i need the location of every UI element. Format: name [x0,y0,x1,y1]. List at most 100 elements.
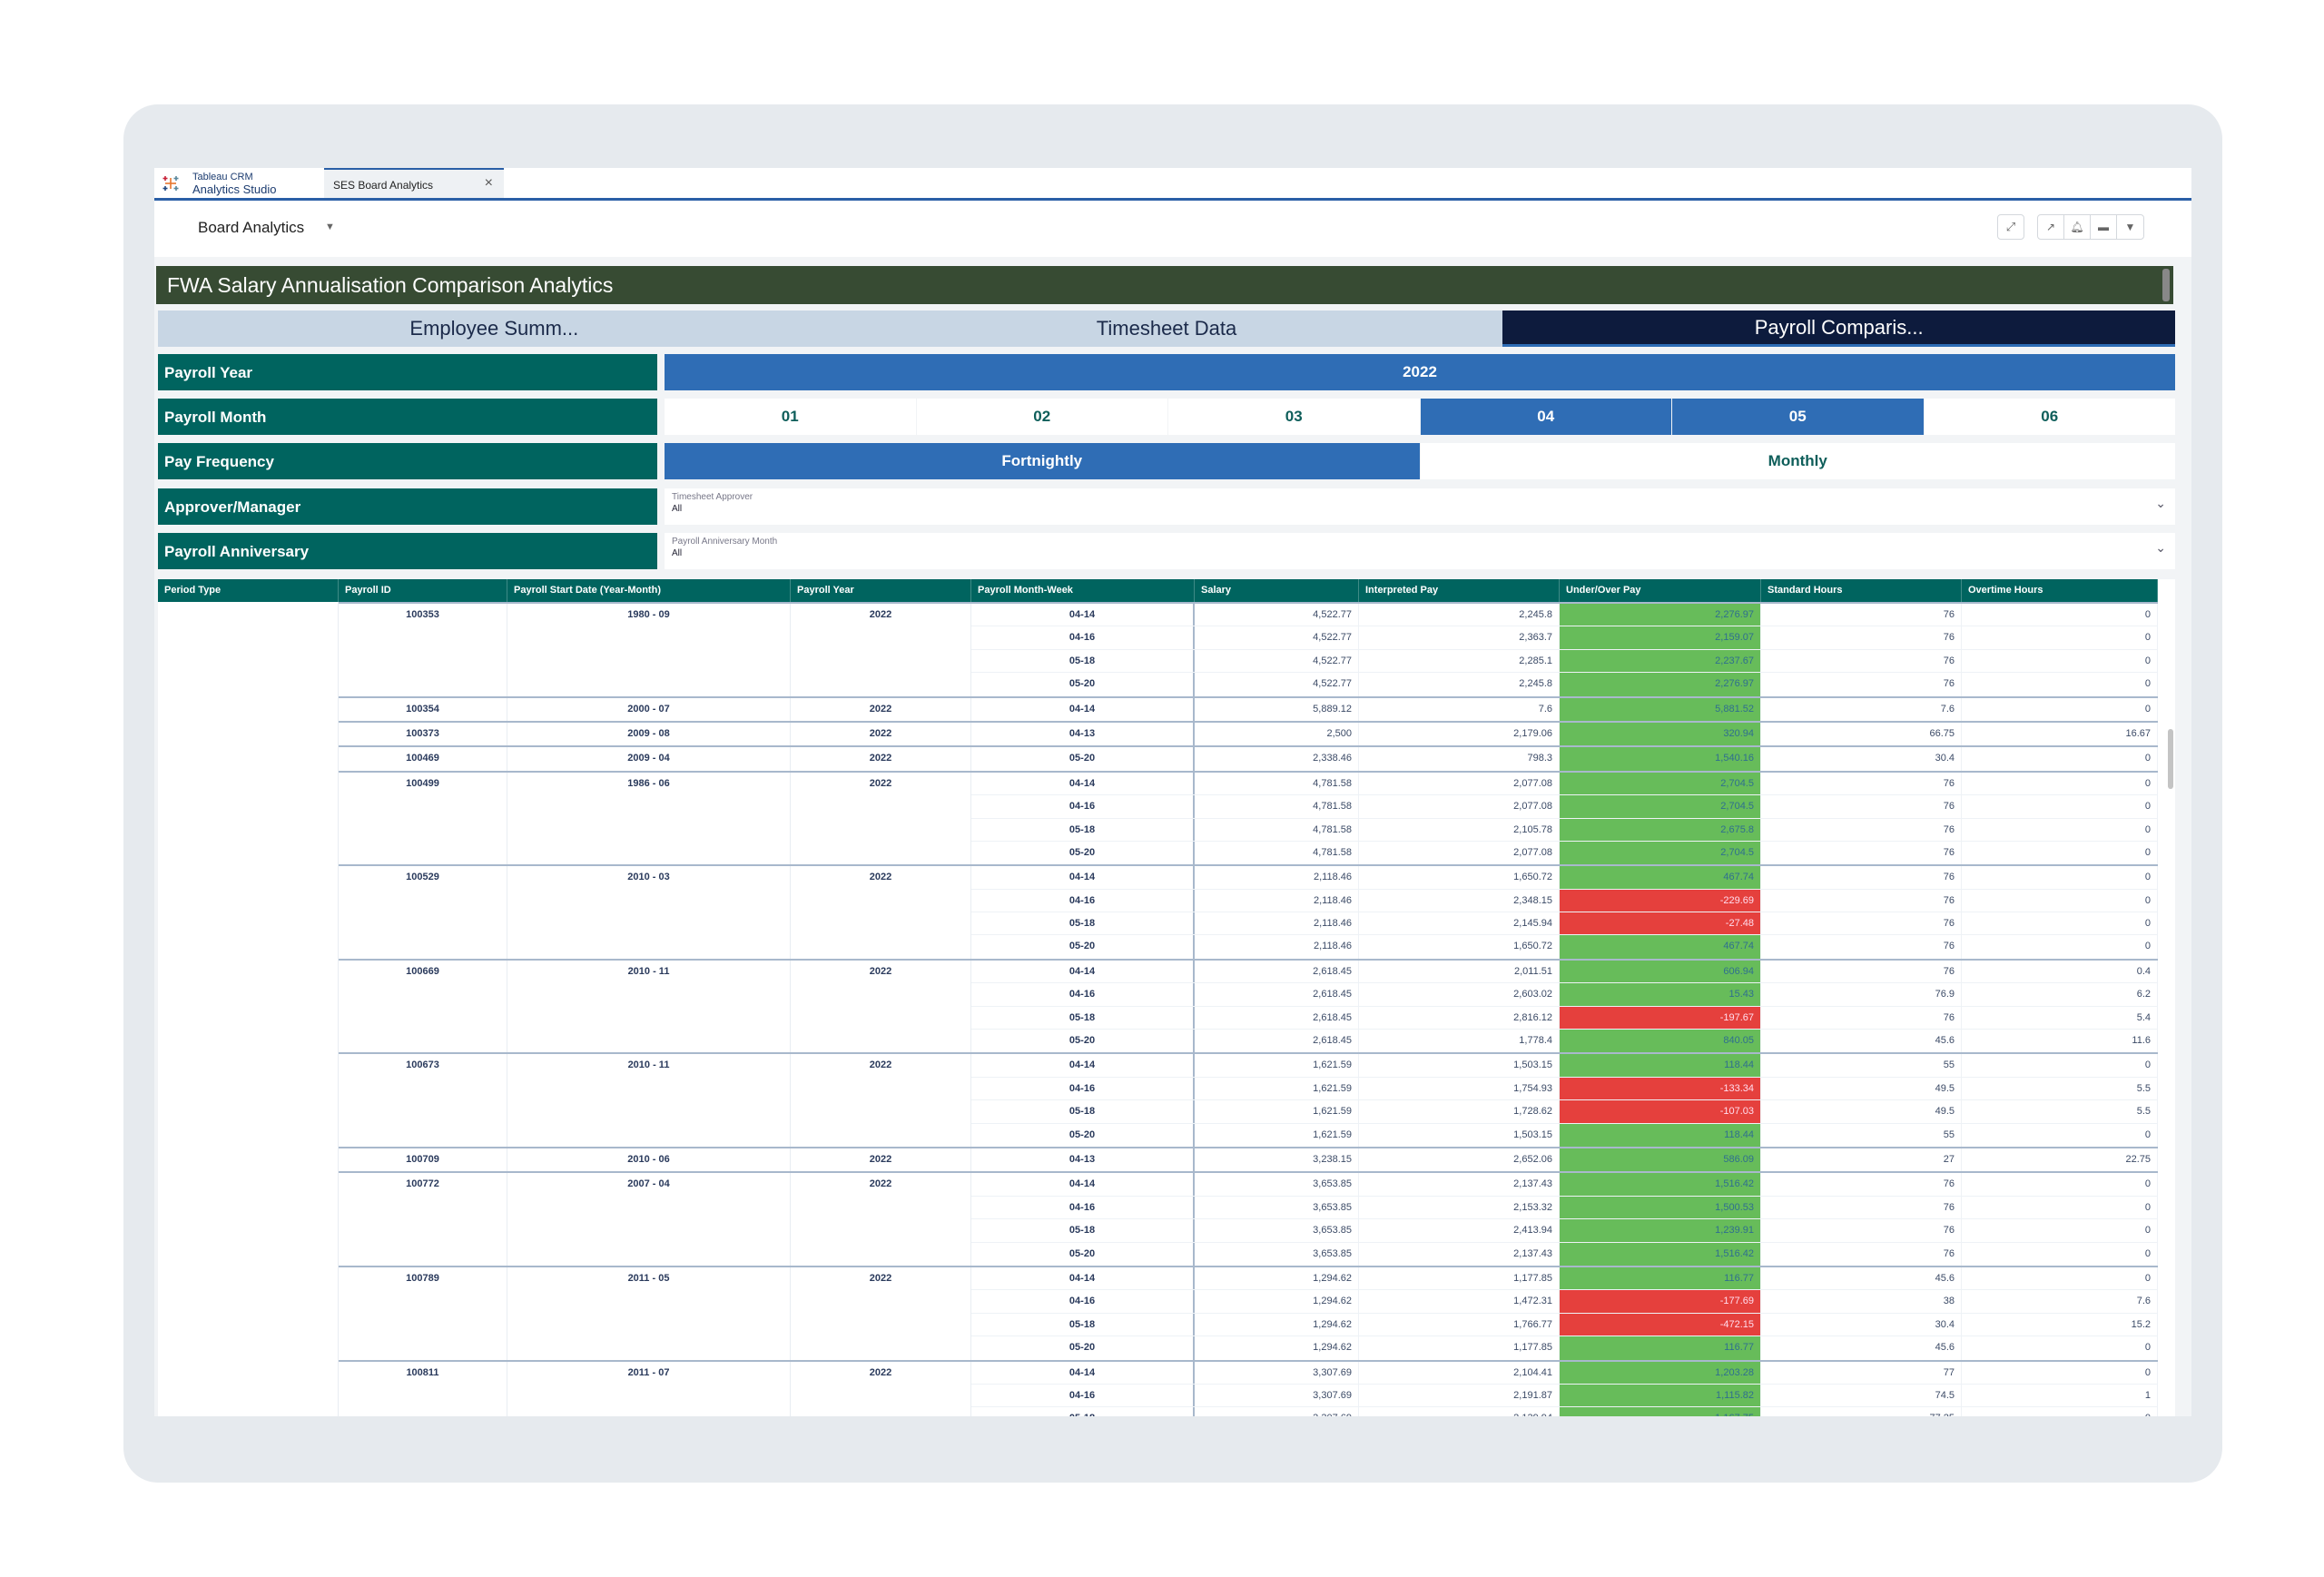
tab-timesheet-data[interactable]: Timesheet Data [830,310,1503,347]
overtime-hours-cell: 0 [1962,1219,2158,1242]
month-option-03[interactable]: 03 [1168,399,1420,435]
table-row[interactable]: 04-14 4,522.77 2,245.8 2,276.97 76 0 [971,604,2158,627]
table-row[interactable]: 04-16 4,781.58 2,077.08 2,704.5 76 0 [971,795,2158,819]
table-row[interactable]: 05-18 2,118.46 2,145.94 -27.48 76 0 [971,912,2158,936]
table-row[interactable]: 05-20 4,522.77 2,245.8 2,276.97 76 0 [971,673,2158,696]
caret-down-icon[interactable]: ▼ [325,222,335,232]
table-row[interactable]: 04-13 2,500 2,179.06 320.94 66.75 16.67 [971,722,2158,746]
column-header[interactable]: Standard Hours [1761,579,1962,602]
tab-ses-board-analytics[interactable]: SES Board Analytics × [324,168,504,198]
more-button[interactable]: ▼ [2117,215,2143,239]
column-header[interactable]: Payroll ID [339,579,507,602]
table-scrollbar[interactable] [2168,729,2173,789]
month-week-cell: 04-13 [971,722,1195,746]
table-row[interactable]: 05-20 2,338.46 798.3 1,540.16 30.4 0 [971,747,2158,771]
table-row[interactable]: 05-20 3,653.85 2,137.43 1,516.42 76 0 [971,1242,2158,1266]
month-option-01[interactable]: 01 [665,399,916,435]
table-row[interactable]: 04-14 3,653.85 2,137.43 1,516.42 76 0 [971,1173,2158,1197]
overtime-hours-cell: 0 [1962,697,2158,721]
table-row[interactable]: 04-14 1,621.59 1,503.15 118.44 55 0 [971,1054,2158,1078]
standard-hours-cell: 76 [1761,889,1962,912]
table-row[interactable]: 04-16 2,118.46 2,348.15 -229.69 76 0 [971,889,2158,913]
table-row[interactable]: 05-18 4,522.77 2,285.1 2,237.67 76 0 [971,649,2158,674]
chevron-down-icon[interactable]: ⌄ [2155,540,2166,556]
table-row[interactable]: 04-16 1,294.62 1,472.31 -177.69 38 7.6 [971,1290,2158,1314]
payroll-id-cell: 100709 [339,1148,507,1172]
table-row[interactable]: 05-18 2,618.45 2,816.12 -197.67 76 5.4 [971,1006,2158,1030]
month-option-04[interactable]: 04 [1420,399,1671,435]
month-option-02[interactable]: 02 [916,399,1167,435]
column-header[interactable]: Payroll Year [791,579,971,602]
tab-employee-summary[interactable]: Employee Summ... [158,310,831,347]
collections-button[interactable]: ▬ [2091,215,2117,239]
table-row[interactable]: 04-14 2,618.45 2,011.51 606.94 76 0.4 [971,960,2158,984]
table-row[interactable]: 05-18 1,294.62 1,766.77 -472.15 30.4 15.2 [971,1313,2158,1337]
salary-cell: 1,294.62 [1195,1267,1359,1290]
table-row[interactable]: 04-16 2,618.45 2,603.02 15.43 76.9 6.2 [971,983,2158,1007]
expand-icon: ⤢ [2005,220,2016,233]
table-row[interactable]: 05-20 1,294.62 1,177.85 116.77 45.6 0 [971,1336,2158,1360]
table-row[interactable]: 04-16 3,307.69 2,191.87 1,115.82 74.5 1 [971,1384,2158,1408]
table-row[interactable]: 04-14 5,889.12 7.6 5,881.52 7.6 0 [971,697,2158,721]
tab-payroll-comparison[interactable]: Payroll Comparis... [1502,310,2176,347]
payroll-id-cell: 100353 [339,604,507,696]
scrollbar[interactable] [2162,269,2170,301]
frequency-option-monthly[interactable]: Monthly [1420,443,2175,479]
under-over-pay-cell: 118.44 [1560,1123,1761,1147]
table-row[interactable]: 05-183,307.692,139.941,167.7577.250 [971,1407,2158,1416]
column-header[interactable]: Salary [1195,579,1359,602]
chevron-down-icon[interactable]: ⌄ [2155,496,2166,511]
payroll-id-cell: 100811 [339,1361,507,1416]
column-header[interactable]: Payroll Start Date (Year-Month) [507,579,791,602]
table-row[interactable]: 04-14 1,294.62 1,177.85 116.77 45.6 0 [971,1267,2158,1291]
under-over-pay-cell: -133.34 [1560,1077,1761,1100]
table-row[interactable]: 04-16 3,653.85 2,153.32 1,500.53 76 0 [971,1196,2158,1220]
standard-hours-cell: 27 [1761,1148,1962,1172]
overtime-hours-cell: 0 [1962,1336,2158,1360]
overtime-hours-cell: 6.2 [1962,983,2158,1006]
column-header[interactable]: Under/Over Pay [1560,579,1761,602]
month-week-cell: 05-20 [971,1242,1195,1266]
salary-cell: 2,618.45 [1195,1030,1359,1053]
payroll-id-cell: 100789 [339,1267,507,1360]
table-row[interactable]: 05-20 2,118.46 1,650.72 467.74 76 0 [971,935,2158,959]
table-row[interactable]: 04-16 1,621.59 1,754.93 -133.34 49.5 5.5 [971,1077,2158,1101]
table-body: 100353 1980 - 09 2022 04-14 4,522.77 2,245.8 2… [158,602,2158,1416]
close-icon[interactable]: × [485,175,493,192]
table-row[interactable]: 04-16 4,522.77 2,363.7 2,159.07 76 0 [971,626,2158,650]
dashboard-name[interactable]: Board Analytics [198,219,304,237]
table-row[interactable]: 04-14 4,781.58 2,077.08 2,704.5 76 0 [971,772,2158,796]
table-row[interactable]: 04-14 2,118.46 1,650.72 467.74 76 0 [971,866,2158,890]
column-header[interactable]: Period Type [158,579,339,602]
table-row[interactable]: 05-20 1,621.59 1,503.15 118.44 55 0 [971,1123,2158,1147]
under-over-pay-cell: 116.77 [1560,1336,1761,1360]
month-option-06[interactable]: 06 [1924,399,2175,435]
standard-hours-cell: 76 [1761,795,1962,818]
frequency-option-fortnightly[interactable]: Fortnightly [665,443,1420,479]
table-row[interactable]: 05-20 4,781.58 2,077.08 2,704.5 76 0 [971,841,2158,865]
column-header[interactable]: Interpreted Pay [1359,579,1560,602]
salary-cell: 4,781.58 [1195,818,1359,841]
table-row[interactable]: 05-18 3,653.85 2,413.94 1,239.91 76 0 [971,1219,2158,1243]
table-row[interactable]: 04-14 3,307.69 2,104.41 1,203.28 77 0 [971,1361,2158,1385]
year-option[interactable]: 2022 [665,354,2175,390]
table-row[interactable]: 05-18 1,621.59 1,728.62 -107.03 49.5 5.5 [971,1100,2158,1124]
anniversary-select[interactable]: Payroll Anniversary Month All ⌄ [665,533,2175,569]
table-row[interactable]: 04-13 3,238.15 2,652.06 586.09 27 22.75 [971,1148,2158,1172]
table-row[interactable]: 05-20 2,618.45 1,778.4 840.05 45.6 11.6 [971,1030,2158,1053]
month-week-cell: 04-14 [971,697,1195,721]
overtime-hours-cell: 0 [1962,889,2158,912]
column-header[interactable]: Overtime Hours [1962,579,2158,602]
month-option-05[interactable]: 05 [1672,399,1924,435]
notifications-button[interactable]: 🔔︎ [2064,215,2091,239]
table-row[interactable]: 05-18 4,781.58 2,105.78 2,675.8 76 0 [971,818,2158,842]
share-button[interactable]: ↗ [2038,215,2064,239]
interpreted-pay-cell: 1,728.62 [1359,1100,1560,1123]
approver-select[interactable]: Timesheet Approver All ⌄ [665,488,2175,525]
under-over-pay-cell: 1,516.42 [1560,1173,1761,1196]
expand-button[interactable]: ⤢ [1997,214,2024,240]
salary-cell: 3,307.69 [1195,1407,1359,1416]
column-header[interactable]: Payroll Month-Week [971,579,1195,602]
salary-cell: 4,781.58 [1195,772,1359,795]
under-over-pay-cell: 1,203.28 [1560,1361,1761,1384]
